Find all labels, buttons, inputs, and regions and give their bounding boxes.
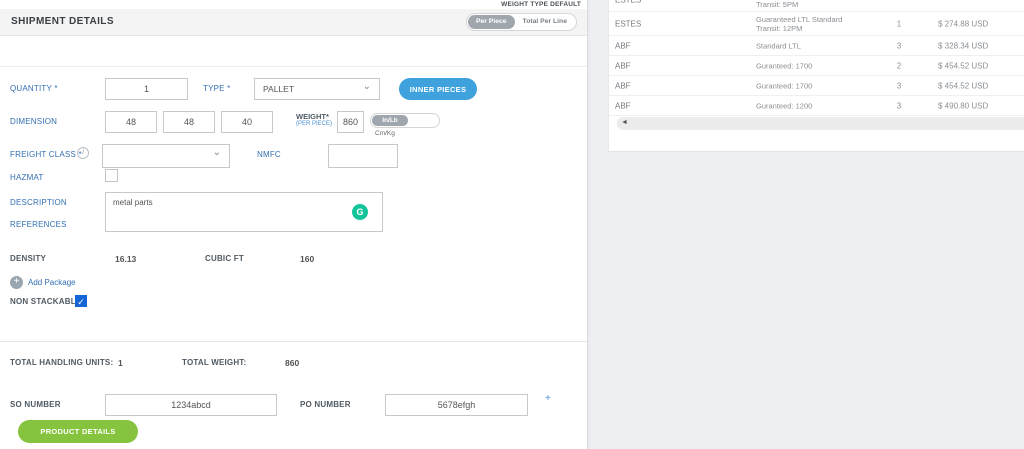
horizontal-scrollbar[interactable]: ◄	[617, 117, 1024, 130]
rates-table: ESTES Transit: 5PM ESTES Guaranteed LTL …	[608, 0, 1024, 152]
description-textarea[interactable]	[105, 192, 383, 232]
service-description: Guranteed: 1700	[756, 81, 812, 90]
panel-header: SHIPMENT DETAILS Per Piece Total Per Lin…	[0, 9, 587, 36]
weight-type-default-strip: WEIGHT TYPE DEFAULT	[0, 0, 587, 9]
transit-days: 3	[889, 81, 909, 90]
so-number-label: SO NUMBER	[10, 400, 61, 409]
totals-divider	[0, 341, 587, 342]
dimension-length-input[interactable]	[105, 111, 157, 133]
weight-type-default-label: WEIGHT TYPE DEFAULT	[501, 1, 581, 8]
shipment-details-panel: WEIGHT TYPE DEFAULT SHIPMENT DETAILS Per…	[0, 0, 588, 449]
carrier-name: ABF	[615, 61, 631, 70]
type-select[interactable]: PALLET ⌄	[254, 78, 380, 100]
service-description: Guaranteed LTL StandardTransit: 12PM	[756, 15, 842, 33]
description-label: DESCRIPTION	[10, 198, 67, 207]
weight-sublabel: (PER PIECE)	[296, 121, 332, 127]
unit-toggle-knob[interactable]: In/Lb	[372, 115, 408, 126]
rate-price: $ 328.34 USD	[938, 41, 988, 50]
dimension-width-input[interactable]	[163, 111, 215, 133]
add-package-label: Add Package	[28, 278, 76, 287]
rate-row[interactable]: ABF Guranteed: 1200 3 $ 490.80 USD	[609, 96, 1024, 116]
hazmat-label: HAZMAT	[10, 173, 44, 182]
total-handling-units-value: 1	[118, 358, 123, 368]
transit-days: 3	[889, 41, 909, 50]
weight-type-toggle[interactable]: Per Piece Total Per Line	[466, 13, 577, 31]
freight-class-select[interactable]: ⌄	[102, 144, 230, 168]
unit-toggle[interactable]: In/Lb	[370, 113, 440, 128]
quantity-input[interactable]	[105, 78, 188, 100]
nmfc-input[interactable]	[328, 144, 398, 168]
carrier-name: ABF	[615, 101, 631, 110]
nmfc-label: NMFC	[257, 150, 281, 159]
rate-row[interactable]: ESTES Guaranteed LTL StandardTransit: 12…	[609, 12, 1024, 36]
carrier-name: ABF	[615, 41, 631, 50]
dimension-label: DIMENSION	[10, 117, 57, 126]
total-handling-units-label: TOTAL HANDLING UNITS:	[10, 358, 113, 367]
quantity-label: QUANTITY *	[10, 84, 58, 93]
weight-label: WEIGHT*	[296, 112, 329, 121]
references-label: REFERENCES	[10, 220, 67, 229]
rate-price: $ 274.88 USD	[938, 19, 988, 28]
non-stackable-label: NON STACKABLE	[10, 297, 81, 306]
po-number-label: PO NUMBER	[300, 400, 351, 409]
rate-price: $ 490.80 USD	[938, 101, 988, 110]
plus-circle-icon: +	[10, 276, 23, 289]
product-details-button[interactable]: PRODUCT DETAILS	[18, 420, 138, 443]
add-package-link[interactable]: + Add Package	[10, 276, 76, 289]
transit-days: 1	[889, 19, 909, 28]
so-number-input[interactable]	[105, 394, 277, 416]
cubic-ft-value: 160	[300, 254, 314, 264]
service-description: Guranteed: 1700	[756, 61, 812, 70]
weight-input[interactable]	[337, 111, 364, 133]
scroll-left-icon[interactable]: ◄	[621, 119, 628, 126]
service-description: Standard LTL	[756, 41, 801, 50]
unit-alt-label: Cm/Kg	[375, 130, 395, 137]
add-reference-icon[interactable]: +	[545, 393, 551, 404]
rate-row[interactable]: ESTES Transit: 5PM	[609, 0, 1024, 12]
total-weight-label: TOTAL WEIGHT:	[182, 358, 246, 367]
carrier-name: ESTES	[615, 0, 641, 4]
transit-days: 3	[889, 101, 909, 110]
service-description: Guranteed: 1200	[756, 101, 812, 110]
rate-row[interactable]: ABF Guranteed: 1700 3 $ 454.52 USD	[609, 76, 1024, 96]
rate-row[interactable]: ABF Guranteed: 1700 2 $ 454.52 USD	[609, 56, 1024, 76]
info-icon[interactable]: i	[77, 147, 89, 159]
carrier-name: ABF	[615, 81, 631, 90]
carrier-name: ESTES	[615, 19, 641, 28]
type-select-value: PALLET	[263, 84, 294, 94]
transit-days: 2	[889, 61, 909, 70]
inner-pieces-button[interactable]: INNER PIECES	[399, 78, 477, 100]
dimension-height-input[interactable]	[221, 111, 273, 133]
rate-price: $ 454.52 USD	[938, 61, 988, 70]
toggle-per-piece[interactable]: Per Piece	[468, 15, 515, 29]
rate-row[interactable]: ABF Standard LTL 3 $ 328.34 USD	[609, 36, 1024, 56]
total-weight-value: 860	[285, 358, 299, 368]
header-divider	[0, 66, 587, 67]
service-description: Transit: 5PM	[756, 0, 798, 9]
chevron-down-icon: ⌄	[213, 147, 221, 158]
cubic-ft-label: CUBIC FT	[205, 254, 244, 263]
non-stackable-checkbox[interactable]: ✓	[75, 295, 87, 307]
type-label: TYPE *	[203, 84, 230, 93]
po-number-input[interactable]	[385, 394, 528, 416]
chevron-down-icon: ⌄	[363, 81, 371, 92]
panel-title: SHIPMENT DETAILS	[11, 16, 114, 27]
grammarly-icon[interactable]: G	[352, 204, 368, 220]
density-label: DENSITY	[10, 254, 46, 263]
freight-class-label: FREIGHT CLASS *	[10, 150, 82, 159]
toggle-total-per-line[interactable]: Total Per Line	[515, 15, 575, 29]
rate-price: $ 454.52 USD	[938, 81, 988, 90]
hazmat-checkbox[interactable]	[105, 169, 118, 182]
density-value: 16.13	[115, 254, 136, 264]
